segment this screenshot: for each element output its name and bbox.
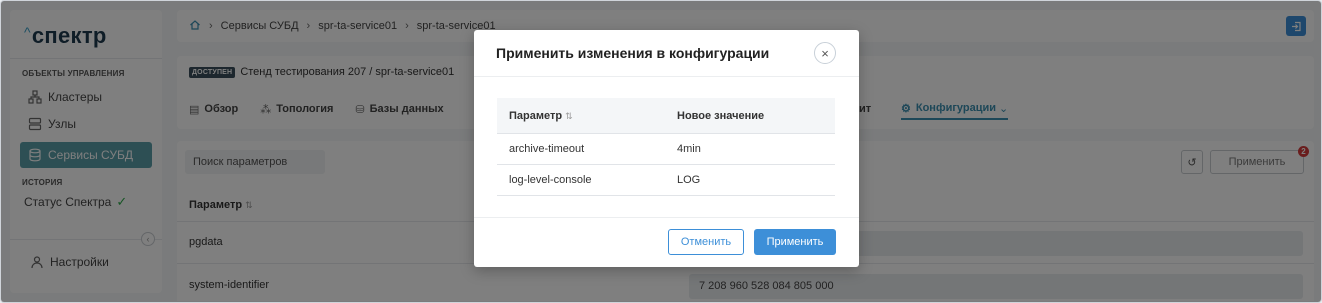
param-new-value: 4min	[677, 143, 701, 155]
param-new-value: LOG	[677, 174, 701, 186]
column-header-new-value: Новое значение	[677, 109, 765, 122]
close-button[interactable]: ×	[814, 42, 836, 64]
sort-icon: ⇅	[565, 110, 573, 121]
cancel-button[interactable]: Отменить	[668, 229, 744, 255]
divider	[474, 76, 859, 77]
app-window: ^спектр ОБЪЕКТЫ УПРАВЛЕНИЯ Кластеры Узлы…	[0, 0, 1322, 303]
dialog-title: Применить изменения в конфигурации	[496, 45, 770, 61]
apply-button[interactable]: Применить	[754, 229, 836, 255]
param-name: log-level-console	[509, 174, 592, 186]
table-row: archive-timeout 4min	[497, 134, 835, 165]
divider	[474, 217, 859, 218]
changes-table: Параметр ⇅ Новое значение archive-timeout…	[497, 98, 835, 196]
table-header: Параметр ⇅ Новое значение	[497, 98, 835, 134]
table-row: log-level-console LOG	[497, 165, 835, 196]
param-name: archive-timeout	[509, 143, 585, 155]
close-icon: ×	[821, 45, 829, 61]
column-header-param[interactable]: Параметр⇅	[497, 110, 665, 122]
apply-config-dialog: Применить изменения в конфигурации × Пар…	[474, 30, 859, 267]
